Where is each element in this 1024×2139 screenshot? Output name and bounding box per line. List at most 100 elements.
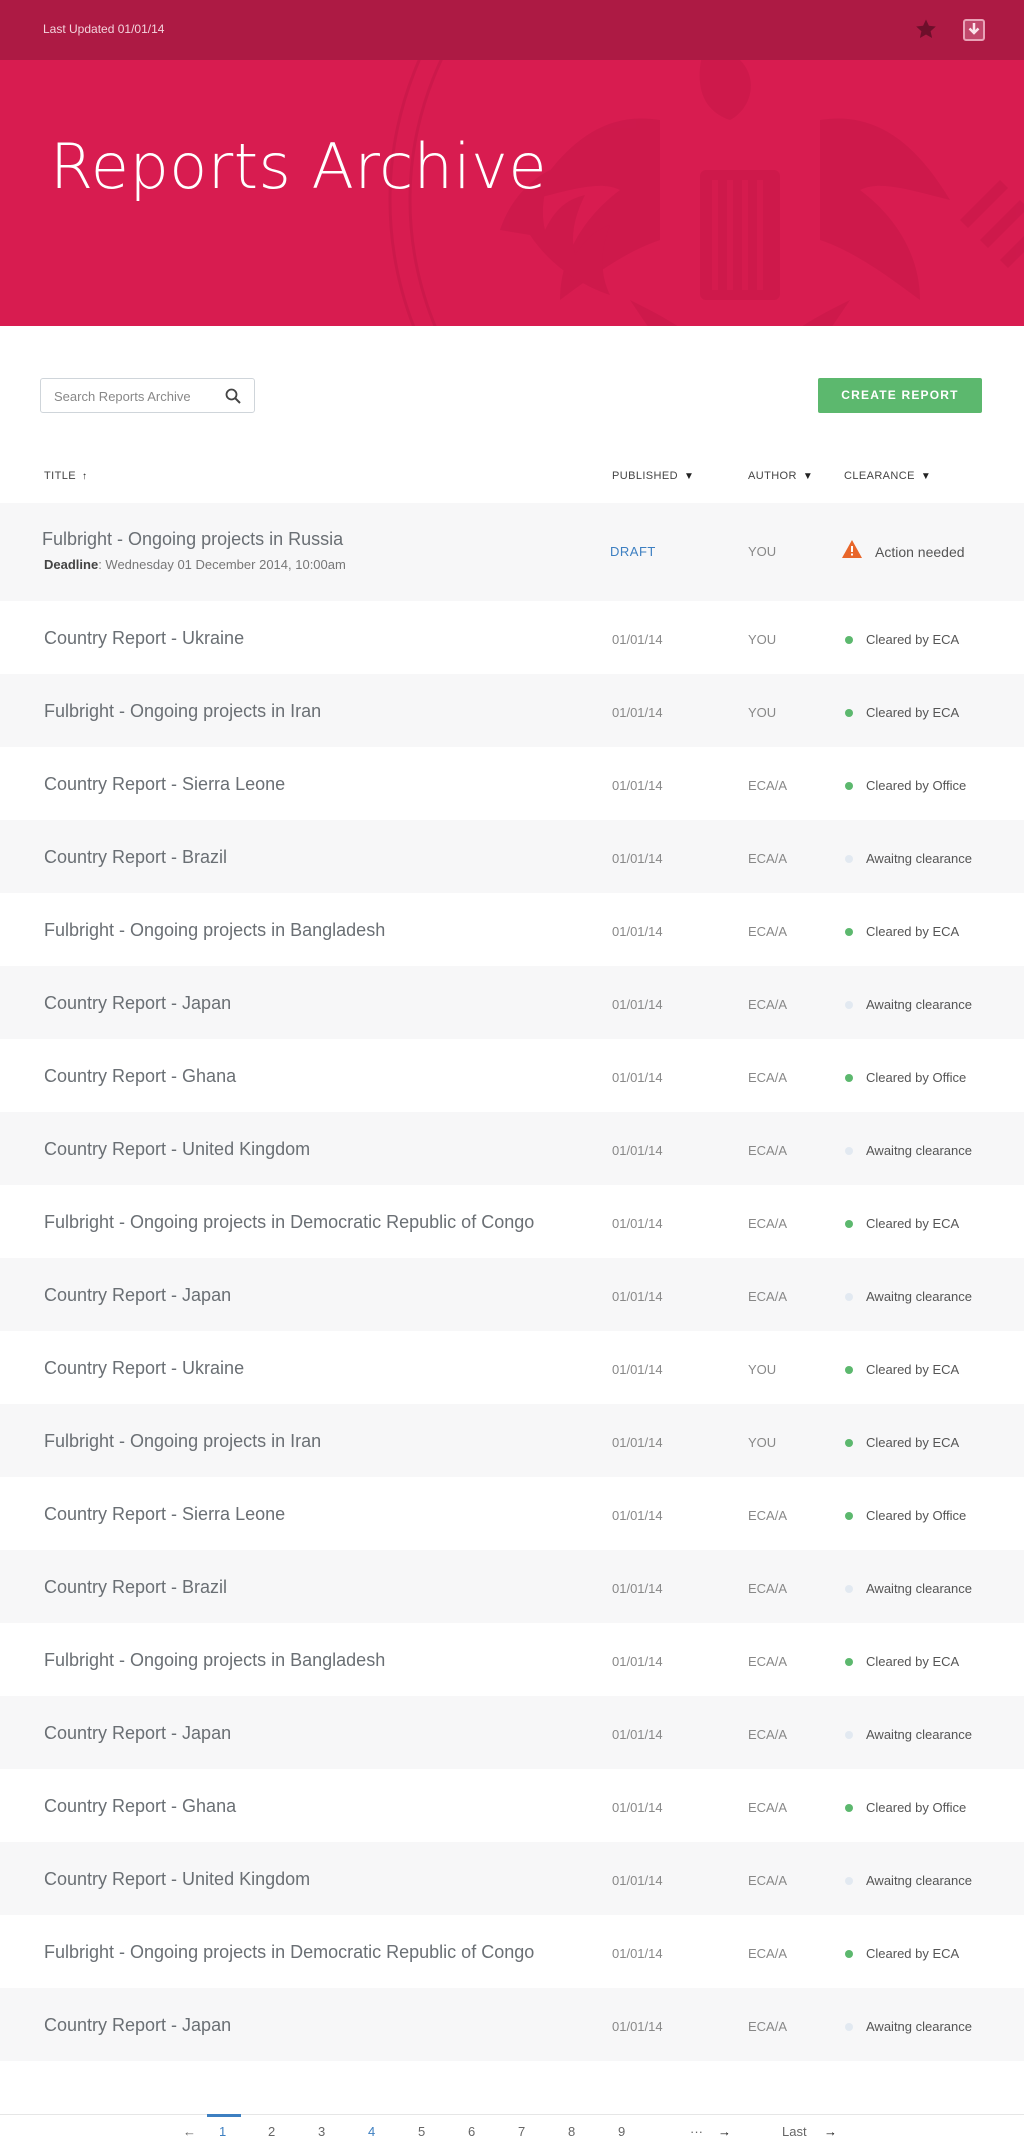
page-link-6[interactable]: 6 [468,2124,475,2139]
clearance-status: Cleared by Office [866,1070,967,1085]
clearance-status: Cleared by Office [866,778,967,793]
clearance-status: Cleared by ECA [866,705,960,720]
published-header-label: PUBLISHED [612,470,678,482]
page-link-8[interactable]: 8 [568,2124,575,2139]
clearance-status: Awaitng clearance [866,1727,972,1742]
page-link-4[interactable]: 4 [368,2124,375,2139]
table-row[interactable]: Fulbright - Ongoing projects in Democrat… [0,1915,1024,1988]
author: ECA/A [748,1800,788,1815]
table-row[interactable]: Country Report - Ghana 01/01/14 ECA/A Clear… [0,1769,1024,1842]
clearance-header-label: CLEARANCE [844,470,915,482]
table-row[interactable]: Fulbright - Ongoing projects in Democrat… [0,1185,1024,1258]
report-title[interactable]: Country Report - Japan [44,2015,231,2036]
clearance-status: Awaitng clearance [866,1143,972,1158]
author: ECA/A [748,1581,788,1596]
report-title[interactable]: Country Report - Brazil [44,847,227,868]
page-link-1[interactable]: 1 [219,2124,226,2139]
table-row[interactable]: Country Report - United Kingdom 01/01/14 E… [0,1112,1024,1185]
clearance-status: Awaitng clearance [866,2019,972,2034]
report-title[interactable]: Country Report - United Kingdom [44,1139,310,1160]
report-title[interactable]: Country Report - Ghana [44,1796,236,1817]
author: YOU [748,705,777,720]
published-date: 01/01/14 [612,924,663,939]
column-header-title[interactable]: TITLE ↑ [44,466,87,486]
report-title[interactable]: Country Report - Brazil [44,1577,227,1598]
author: ECA/A [748,851,788,866]
download-icon[interactable] [963,19,985,41]
page-link-7[interactable]: 7 [518,2124,525,2139]
author: ECA/A [748,924,788,939]
star-icon[interactable] [914,17,938,41]
last-page-arrow-icon[interactable]: → [824,2124,837,2139]
last-page-button[interactable]: Last [782,2124,807,2139]
table-row[interactable]: Country Report - Japan 01/01/14 ECA/A Await… [0,1258,1024,1331]
status-dot-cleared [845,636,853,644]
next-page-button[interactable]: → [718,2124,731,2139]
report-title[interactable]: Country Report - Japan [44,993,231,1014]
published-date: 01/01/14 [612,1873,663,1888]
report-title[interactable]: Country Report - Ukraine [44,628,244,649]
report-title[interactable]: Country Report - Ghana [44,1066,236,1087]
table-row[interactable]: Country Report - Sierra Leone 01/01/14 ECA… [0,1477,1024,1550]
author: YOU [748,632,777,647]
report-title[interactable]: Country Report - Sierra Leone [44,1504,285,1525]
create-report-button[interactable]: CREATE REPORT [818,378,982,413]
status-dot-cleared [845,1804,853,1812]
author: YOU [748,544,777,559]
table-row[interactable]: Fulbright - Ongoing projects in Banglade… [0,893,1024,966]
report-title[interactable]: Fulbright - Ongoing projects in Russia [42,529,343,550]
status-dot-awaiting [845,1147,853,1155]
table-row[interactable]: Fulbright - Ongoing projects in Iran 01/0… [0,674,1024,747]
table-row[interactable]: Country Report - Japan 01/01/14 ECA/A Await… [0,966,1024,1039]
report-title[interactable]: Fulbright - Ongoing projects in Banglade… [44,920,385,941]
column-header-published[interactable]: PUBLISHED ▼ [612,466,694,486]
search-placeholder[interactable]: Search Reports Archive [54,389,191,404]
clearance-status: Cleared by Office [866,1800,967,1815]
author: YOU [748,1435,777,1450]
report-title[interactable]: Fulbright - Ongoing projects in Banglade… [44,1650,385,1671]
table-row[interactable]: Country Report - Brazil 01/01/14 ECA/A Awai… [0,1550,1024,1623]
author: ECA/A [748,778,788,793]
published-date: 01/01/14 [612,632,663,647]
table-row[interactable]: Country Report - Ghana 01/01/14 ECA/A Clear… [0,1039,1024,1112]
table-row[interactable]: Country Report - Ukraine 01/01/14 YOU Clear… [0,1331,1024,1404]
table-row[interactable]: Fulbright - Ongoing projects in Russia De… [0,503,1024,601]
author-header-label: AUTHOR [748,470,797,482]
table-row[interactable]: Fulbright - Ongoing projects in Banglade… [0,1623,1024,1696]
search-icon[interactable] [225,388,241,404]
report-title[interactable]: Country Report - United Kingdom [44,1869,310,1890]
report-title[interactable]: Fulbright - Ongoing projects in Democrat… [44,1212,534,1233]
search-input[interactable]: Search Reports Archive [40,378,255,413]
table-row[interactable]: Country Report - Brazil 01/01/14 ECA/A Awai… [0,820,1024,893]
column-header-author[interactable]: AUTHOR ▼ [748,466,813,486]
table-row[interactable]: Country Report - Sierra Leone 01/01/14 ECA… [0,747,1024,820]
author: ECA/A [748,1654,788,1669]
report-title[interactable]: Fulbright - Ongoing projects in Iran [44,701,321,722]
clearance-status: Cleared by ECA [866,1435,960,1450]
clearance-status: Cleared by ECA [866,632,960,647]
reports-table: Fulbright - Ongoing projects in Russia De… [0,503,1024,2061]
prev-page-button[interactable]: ← [183,2124,196,2139]
table-row[interactable]: Country Report - United Kingdom 01/01/14 E… [0,1842,1024,1915]
page-link-9[interactable]: 9 [618,2124,625,2139]
report-title[interactable]: Country Report - Ukraine [44,1358,244,1379]
page-link-2[interactable]: 2 [268,2124,275,2139]
report-title[interactable]: Country Report - Japan [44,1285,231,1306]
table-row[interactable]: Fulbright - Ongoing projects in Iran 01/0… [0,1404,1024,1477]
published-date: 01/01/14 [612,1070,663,1085]
clearance-status: Cleared by ECA [866,1362,960,1377]
page-link-5[interactable]: 5 [418,2124,425,2139]
table-row[interactable]: Country Report - Japan 01/01/14 ECA/A Await… [0,1696,1024,1769]
published-date: 01/01/14 [612,1362,663,1377]
table-row[interactable]: Country Report - Japan 01/01/14 ECA/A Await… [0,1988,1024,2061]
report-title[interactable]: Fulbright - Ongoing projects in Democrat… [44,1942,534,1963]
table-row[interactable]: Country Report - Ukraine 01/01/14 YOU Clear… [0,601,1024,674]
report-title[interactable]: Country Report - Japan [44,1723,231,1744]
report-title[interactable]: Fulbright - Ongoing projects in Iran [44,1431,321,1452]
page-link-3[interactable]: 3 [318,2124,325,2139]
report-title[interactable]: Country Report - Sierra Leone [44,774,285,795]
clearance-status: Awaitng clearance [866,997,972,1012]
hero-banner: Reports Archive [0,60,1024,326]
column-header-clearance[interactable]: CLEARANCE ▼ [844,466,931,486]
clearance-status: Cleared by ECA [866,1216,960,1231]
